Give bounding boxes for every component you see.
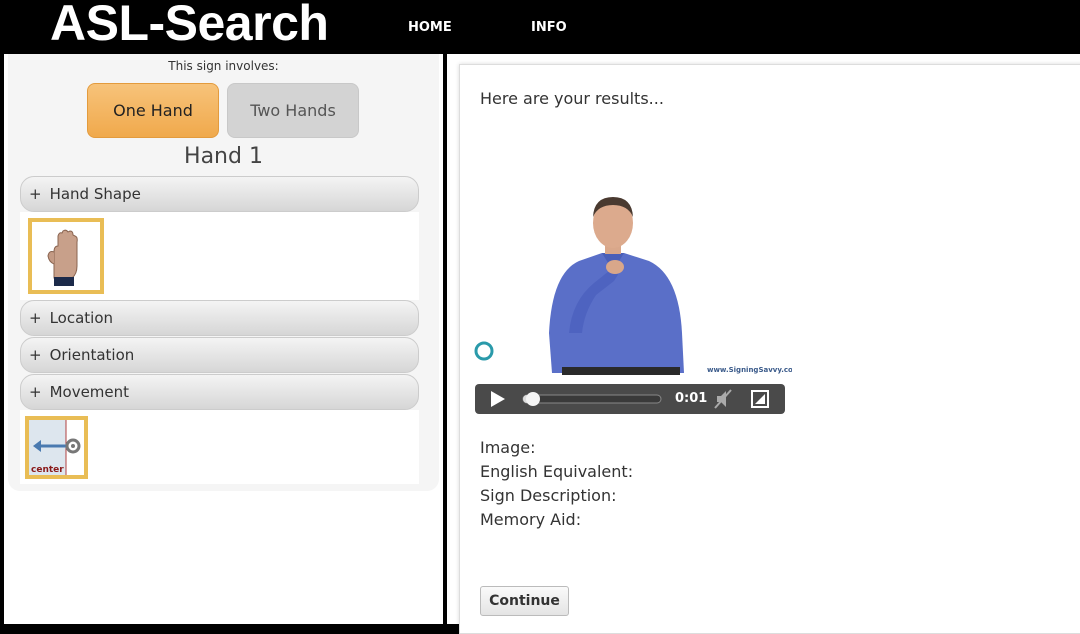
hand-shape-thumbnail[interactable] bbox=[28, 218, 104, 294]
nav-home-link[interactable]: HOME bbox=[408, 20, 452, 35]
open-hand-icon bbox=[47, 229, 78, 286]
video-controls: 0:01 bbox=[475, 384, 785, 414]
play-icon[interactable] bbox=[491, 391, 505, 407]
site-logo[interactable]: ASL-Search bbox=[50, 0, 329, 52]
plus-icon: + bbox=[29, 185, 42, 203]
video-time: 0:01 bbox=[675, 391, 708, 406]
signer-video-frame: www.SigningSavvy.com bbox=[474, 183, 792, 379]
seek-handle[interactable] bbox=[526, 392, 540, 406]
accordion-hand-shape[interactable]: + Hand Shape bbox=[20, 176, 419, 212]
movement-center-label: center bbox=[31, 465, 64, 475]
plus-icon: + bbox=[29, 346, 42, 364]
accordion-label: Orientation bbox=[49, 346, 135, 364]
search-panel: This sign involves: One Hand Two Hands H… bbox=[4, 54, 443, 624]
accordion-orientation[interactable]: + Orientation bbox=[20, 337, 419, 373]
seek-bar[interactable] bbox=[522, 394, 662, 404]
continue-button[interactable]: Continue bbox=[480, 586, 569, 616]
accordion-label: Movement bbox=[49, 383, 130, 401]
hand-title: Hand 1 bbox=[184, 144, 263, 169]
video-watermark: www.SigningSavvy.com bbox=[707, 366, 792, 374]
two-hands-button[interactable]: Two Hands bbox=[227, 83, 359, 138]
hand-shape-body bbox=[20, 212, 419, 300]
results-panel: Here are your results... www.SigningSavv… bbox=[447, 54, 1080, 634]
accordion-location[interactable]: + Location bbox=[20, 300, 419, 336]
movement-body: center bbox=[20, 410, 419, 484]
results-card: Here are your results... www.SigningSavv… bbox=[459, 64, 1080, 634]
sign-video[interactable]: www.SigningSavvy.com bbox=[474, 183, 792, 379]
results-heading: Here are your results... bbox=[480, 89, 664, 108]
plus-icon: + bbox=[29, 309, 42, 327]
move-left-icon: center bbox=[29, 420, 81, 475]
controls-bar bbox=[491, 389, 769, 409]
top-navbar: ASL-Search HOME INFO bbox=[0, 0, 1080, 54]
accordion-label: Hand Shape bbox=[49, 185, 141, 203]
search-card: This sign involves: One Hand Two Hands H… bbox=[8, 54, 439, 491]
plus-icon: + bbox=[29, 383, 42, 401]
one-hand-button[interactable]: One Hand bbox=[87, 83, 219, 138]
image-label: Image: bbox=[480, 438, 536, 457]
sign-description-label: Sign Description: bbox=[480, 486, 617, 505]
english-equivalent-label: English Equivalent: bbox=[480, 462, 634, 481]
accordion-label: Location bbox=[49, 309, 114, 327]
involves-label: This sign involves: bbox=[168, 59, 279, 73]
movement-thumbnail[interactable]: center bbox=[25, 416, 88, 479]
accordion-movement[interactable]: + Movement bbox=[20, 374, 419, 410]
nav-info-link[interactable]: INFO bbox=[531, 20, 567, 35]
memory-aid-label: Memory Aid: bbox=[480, 510, 582, 529]
